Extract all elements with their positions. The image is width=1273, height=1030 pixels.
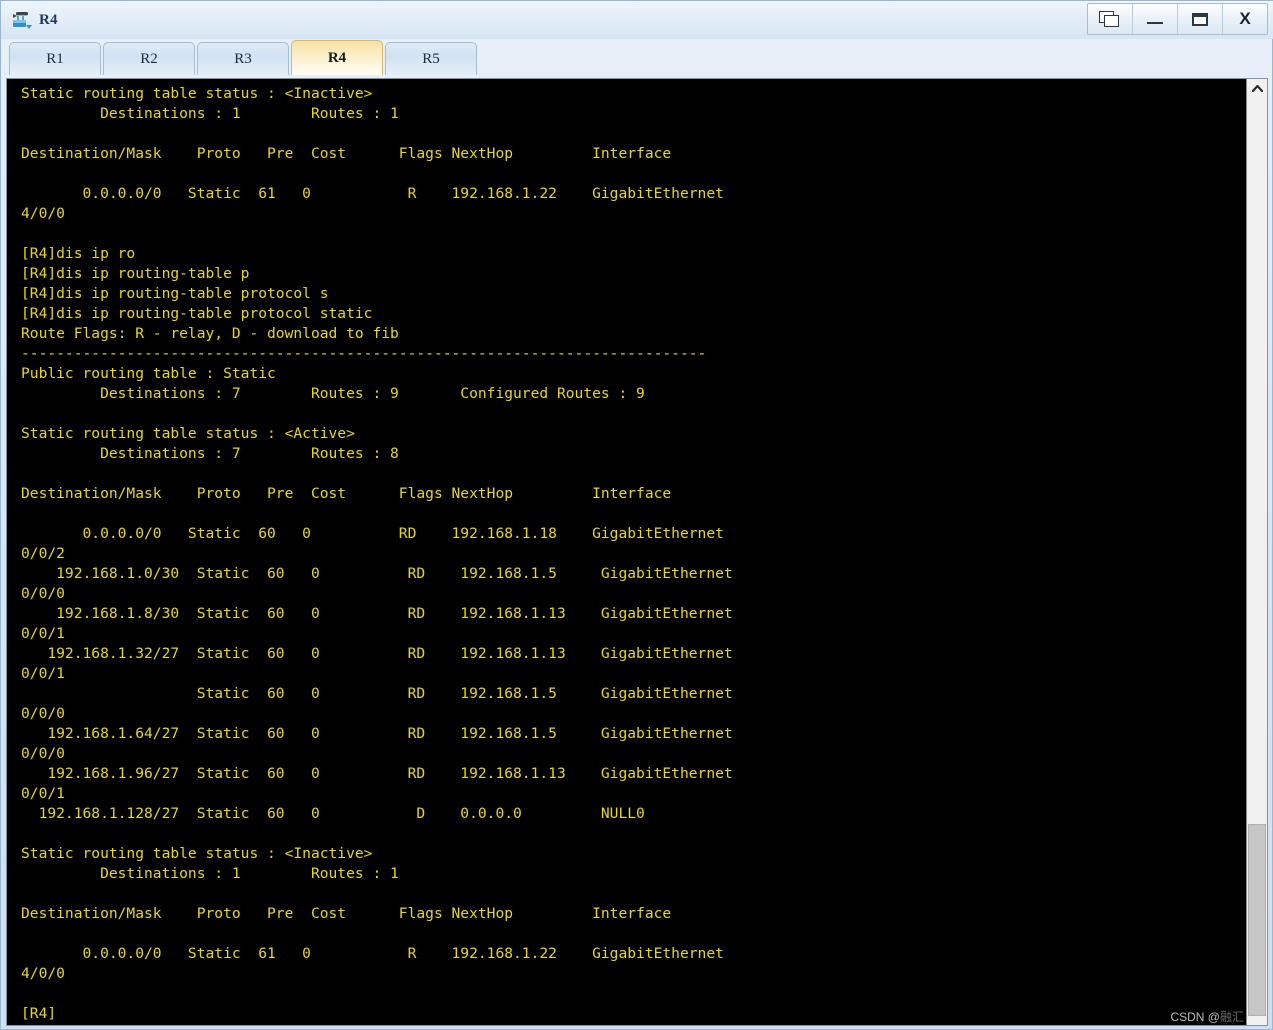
- tab-label: R3: [234, 50, 252, 67]
- scroll-up-button[interactable]: [1247, 79, 1267, 98]
- tab-label: R1: [46, 50, 64, 67]
- tab-label: R5: [422, 50, 440, 67]
- tab-r4[interactable]: R4: [291, 40, 383, 75]
- restore-icon: [1099, 10, 1121, 28]
- close-icon: X: [1239, 9, 1251, 28]
- chevron-up-icon: [1251, 85, 1263, 92]
- scrollbar-thumb[interactable]: [1248, 824, 1266, 1016]
- tab-r3[interactable]: R3: [197, 42, 289, 75]
- console-scrollbar[interactable]: [1246, 79, 1267, 1025]
- maximize-icon: [1192, 12, 1208, 26]
- restore-button[interactable]: [1088, 4, 1133, 34]
- terminal-panel: Static routing table status : <Inactive>…: [6, 78, 1268, 1026]
- tab-r5[interactable]: R5: [385, 42, 477, 75]
- router-console-window: R4 X R1 R2 R3 R4 R5 Static routing table…: [0, 0, 1273, 1030]
- watermark-handle: 融汇: [1219, 1010, 1244, 1024]
- tab-label: R2: [140, 50, 158, 67]
- tab-label: R4: [327, 49, 347, 66]
- window-title: R4: [39, 11, 58, 28]
- console-output: Static routing table status : <Inactive>…: [21, 85, 733, 1022]
- minimize-icon: [1147, 22, 1163, 24]
- device-tabbar: R1 R2 R3 R4 R5: [1, 39, 1273, 75]
- window-controls: X: [1087, 3, 1268, 35]
- router-icon: [11, 9, 33, 31]
- close-button[interactable]: X: [1223, 4, 1267, 34]
- watermark-prefix: CSDN @: [1170, 1010, 1220, 1024]
- window-titlebar: R4 X: [1, 1, 1273, 39]
- tab-r1[interactable]: R1: [9, 42, 101, 75]
- cli-console[interactable]: Static routing table status : <Inactive>…: [7, 79, 1246, 1025]
- minimize-button[interactable]: [1133, 4, 1178, 34]
- watermark: CSDN @融汇: [1170, 1008, 1244, 1025]
- tab-r2[interactable]: R2: [103, 42, 195, 75]
- maximize-button[interactable]: [1178, 4, 1223, 34]
